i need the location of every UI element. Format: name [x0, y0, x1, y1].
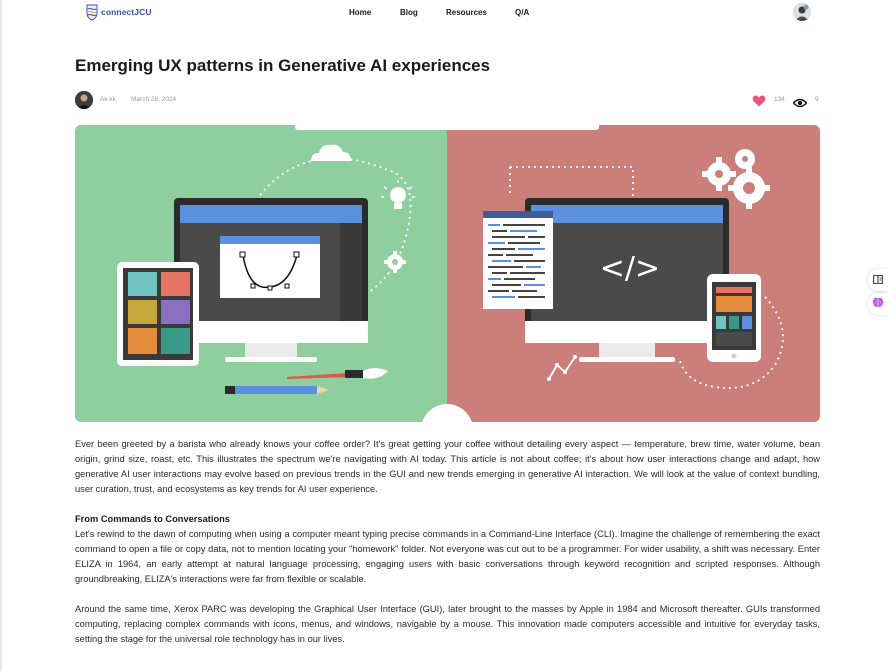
main-nav: Home Blog Resources Q/A	[0, 8, 888, 20]
view-count: 9	[815, 96, 819, 103]
publish-date: March 28, 2024	[131, 96, 177, 103]
reader-mode-button[interactable]	[868, 269, 888, 291]
eye-icon	[792, 95, 808, 108]
article-meta: Ak kk March 28, 2024 134 9	[75, 91, 820, 109]
nav-home[interactable]: Home	[349, 8, 371, 17]
hero-illustration: </>	[75, 125, 820, 422]
article-title: Emerging UX patterns in Generative AI ex…	[75, 56, 491, 75]
nav-resources[interactable]: Resources	[446, 8, 487, 17]
section-paragraph-1: Let's rewind to the dawn of computing wh…	[75, 529, 820, 584]
author-avatar[interactable]	[75, 91, 93, 109]
brain-icon	[872, 295, 884, 313]
ai-assistant-button[interactable]	[868, 293, 888, 315]
page-left-border	[0, 0, 2, 671]
nav-qa[interactable]: Q/A	[515, 8, 529, 17]
reader-icon	[873, 271, 883, 289]
nav-blog[interactable]: Blog	[400, 8, 418, 17]
code-symbol: </>	[600, 251, 660, 286]
section-heading: From Commands to Conversations	[75, 514, 230, 524]
heart-icon[interactable]	[752, 94, 766, 107]
intro-paragraph: Ever been greeted by a barista who alrea…	[75, 439, 820, 494]
site-header: connectJCU Home Blog Resources Q/A	[0, 0, 888, 26]
author-name[interactable]: Ak kk	[100, 96, 116, 103]
section-paragraph-2: Around the same time, Xerox PARC was dev…	[75, 604, 820, 644]
profile-avatar[interactable]	[793, 3, 811, 21]
article-body: Ever been greeted by a barista who alrea…	[75, 437, 820, 662]
like-count: 134	[774, 96, 785, 103]
